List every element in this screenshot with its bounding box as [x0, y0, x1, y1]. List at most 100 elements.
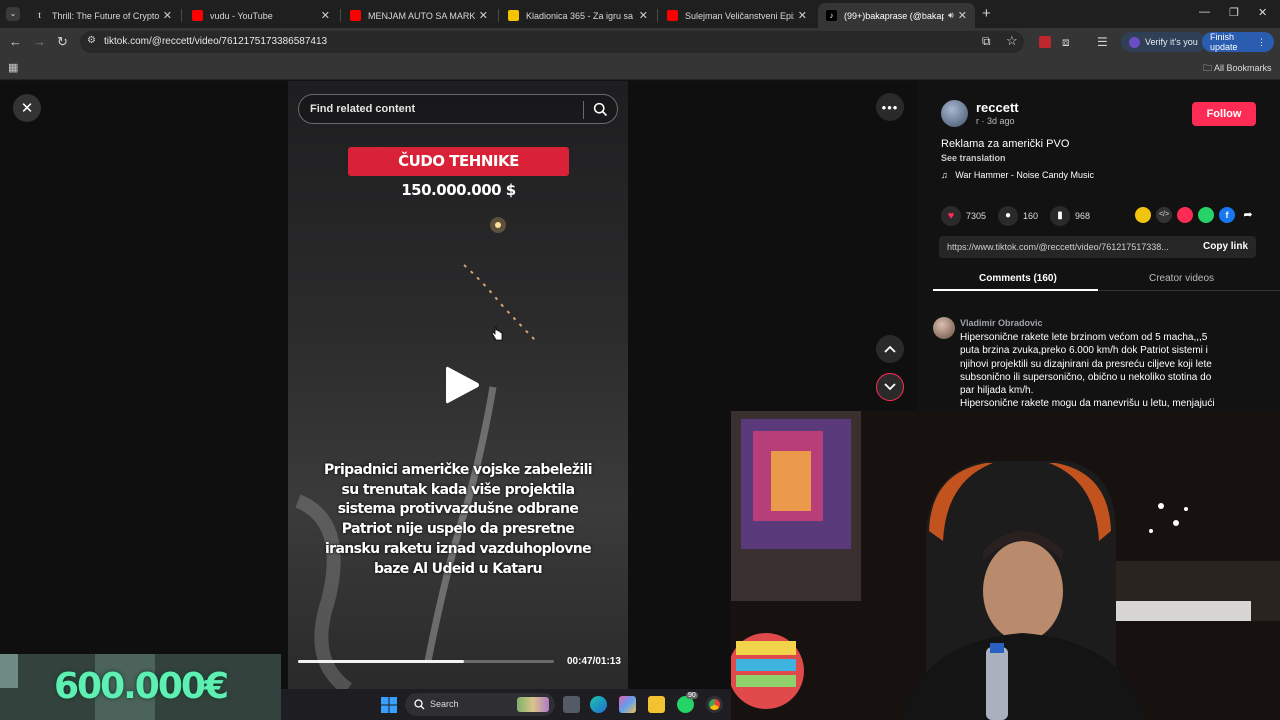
all-bookmarks-folder[interactable]: 🗀︎ All Bookmarks — [1203, 61, 1272, 77]
close-tab-icon[interactable]: ✕ — [163, 9, 172, 22]
address-bar[interactable]: ⚙︎ tiktok.com/@reccett/video/76121751733… — [80, 31, 1024, 53]
close-icon: ✕ — [20, 100, 34, 117]
search-divider — [583, 101, 584, 119]
comment-line: subsonično ili supersonično, obično u ne… — [960, 371, 1212, 383]
copy-link-box: https://www.tiktok.com/@reccett/video/76… — [939, 236, 1256, 258]
verify-button[interactable]: Verify it's you — [1121, 32, 1206, 52]
tab-separator — [181, 9, 182, 22]
url-text[interactable]: tiktok.com/@reccett/video/76121751733865… — [104, 36, 327, 47]
task-view-icon[interactable] — [563, 696, 580, 713]
video-caption: Pripadnici američke vojske zabeležili su… — [324, 462, 593, 577]
forward-icon[interactable]: → — [33, 34, 46, 50]
video-progress-bar[interactable] — [298, 660, 554, 663]
tab-separator — [657, 9, 658, 22]
like-button[interactable]: ♥ 7305 — [941, 206, 986, 226]
hand-cursor-icon — [491, 326, 503, 341]
embed-icon[interactable]: </> — [1156, 207, 1172, 223]
comment-author[interactable]: Vladimir Obradovic — [960, 318, 1043, 328]
video-progress-fill — [298, 660, 465, 663]
emoji-icon[interactable] — [1135, 207, 1151, 223]
music-row[interactable]: ♫ War Hammer - Noise Candy Music — [941, 170, 1094, 180]
comment-line: Hipersonične rakete mogu da manevrišu u … — [960, 398, 1215, 410]
video-time: 00:47/01:13 — [567, 656, 621, 667]
extension-icon[interactable] — [1039, 36, 1051, 48]
site-info-icon[interactable]: ⚙︎ — [87, 35, 96, 46]
see-translation-link[interactable]: See translation — [941, 153, 1006, 163]
tab-separator — [340, 9, 341, 22]
extensions-puzzle-icon[interactable]: ⧈ — [1062, 34, 1070, 50]
share-arrow-icon[interactable]: ➦ — [1240, 207, 1256, 223]
tiktok-favicon-icon: ♪ — [826, 10, 837, 21]
kladionica-favicon-icon — [508, 10, 519, 21]
back-icon[interactable]: ← — [9, 34, 22, 50]
promo-amount: 600.000€ — [53, 666, 229, 707]
save-button[interactable]: ▮ 968 — [1050, 206, 1090, 226]
username[interactable]: reccett — [976, 100, 1019, 115]
close-tab-icon[interactable]: ✕ — [479, 9, 488, 22]
tab-creator-videos[interactable]: Creator videos — [1149, 273, 1214, 284]
copilot-icon[interactable] — [619, 696, 636, 713]
more-options-button[interactable]: ••• — [876, 93, 904, 121]
kebab-menu-icon: ⋮ — [1257, 36, 1266, 47]
tab-vudu-youtube[interactable]: vudu - YouTube ✕ — [184, 3, 338, 28]
close-tab-icon[interactable]: ✕ — [321, 9, 330, 22]
tiktok-page: ✕ Find related content ČUDO TEHNIKE 150.… — [0, 81, 1280, 720]
close-tab-icon[interactable]: ✕ — [639, 9, 648, 22]
close-tab-icon[interactable]: ✕ — [798, 9, 807, 22]
tab-tiktok-active[interactable]: ♪ (99+)bakaprase (@bakapras 🔊︎ ✕ — [818, 3, 975, 28]
search-icon — [414, 699, 425, 710]
close-tab-icon[interactable]: ✕ — [958, 9, 967, 22]
youtube-favicon-icon — [192, 10, 203, 21]
facebook-icon[interactable]: f — [1219, 207, 1235, 223]
tab-search-icon[interactable]: ☰ — [1097, 34, 1108, 50]
comment-button[interactable]: ● 160 — [998, 206, 1038, 226]
thrill-favicon-icon: t — [34, 10, 45, 21]
edge-icon[interactable] — [590, 696, 607, 713]
file-explorer-icon[interactable] — [648, 696, 665, 713]
tab-menjam-auto[interactable]: MENJAM AUTO SA MARKOM JA ✕ — [342, 3, 496, 28]
close-window-icon[interactable]: ✕ — [1258, 6, 1267, 19]
follow-button[interactable]: Follow — [1192, 102, 1256, 126]
restore-icon[interactable]: ❐ — [1229, 6, 1239, 19]
reload-icon[interactable]: ↻ — [57, 34, 68, 50]
whatsapp-icon[interactable] — [1198, 207, 1214, 223]
windows-start-icon[interactable] — [381, 697, 397, 713]
apps-grid-icon[interactable]: ▦ — [8, 61, 18, 74]
promo-overlay: 600.000€ — [0, 654, 281, 720]
taskbar-search[interactable]: Search — [405, 693, 555, 716]
tab-sulejman[interactable]: Sulejman Veličanstveni Epizoda ✕ — [659, 3, 815, 28]
post-description: Reklama za američki PVO — [941, 138, 1070, 150]
tab-kladionica[interactable]: Kladionica 365 - Za igru sa drug ✕ — [500, 3, 656, 28]
send-icon[interactable] — [1177, 207, 1193, 223]
tab-comments[interactable]: Comments (160) — [979, 273, 1057, 284]
minimize-icon[interactable]: — — [1199, 6, 1210, 18]
avatar[interactable] — [941, 100, 968, 127]
notification-badge: 90 — [686, 692, 698, 699]
tab-separator — [498, 9, 499, 22]
finish-update-button[interactable]: Finish update ⋮ — [1202, 32, 1274, 52]
install-icon[interactable]: ⧉ — [982, 34, 991, 49]
play-icon[interactable] — [443, 364, 481, 406]
tab-search-button[interactable]: ⌄ — [6, 7, 20, 21]
next-video-button[interactable] — [876, 373, 904, 401]
close-video-button[interactable]: ✕ — [13, 94, 41, 122]
related-search-box[interactable]: Find related content — [298, 94, 618, 124]
heart-icon: ♥ — [941, 206, 961, 226]
bookmark-star-icon[interactable]: ☆ — [1006, 33, 1018, 49]
copy-link-button[interactable]: Copy link — [1203, 241, 1248, 252]
share-icons: </> f ➦ — [1135, 207, 1256, 223]
video-link[interactable]: https://www.tiktok.com/@reccett/video/76… — [947, 242, 1169, 252]
previous-video-button[interactable] — [876, 335, 904, 363]
chevron-down-icon — [884, 383, 896, 391]
comment-line: Hipersonične rakete lete brzinom većom o… — [960, 332, 1208, 343]
comment-line: puta brzina zvuka,preko 6.000 km/h dok P… — [960, 345, 1208, 357]
chrome-icon[interactable] — [706, 696, 723, 713]
tab-thrill[interactable]: t Thrill: The Future of Crypto Casi ✕ — [26, 3, 180, 28]
new-tab-button[interactable]: + — [982, 5, 991, 22]
speaker-icon[interactable]: 🔊︎ — [948, 10, 954, 21]
post-meta: r · 3d ago — [976, 116, 1015, 126]
comment-avatar[interactable] — [933, 317, 955, 339]
search-input[interactable]: Find related content — [310, 103, 415, 115]
taskbar-search-label: Search — [430, 699, 459, 709]
search-icon[interactable] — [593, 102, 608, 117]
